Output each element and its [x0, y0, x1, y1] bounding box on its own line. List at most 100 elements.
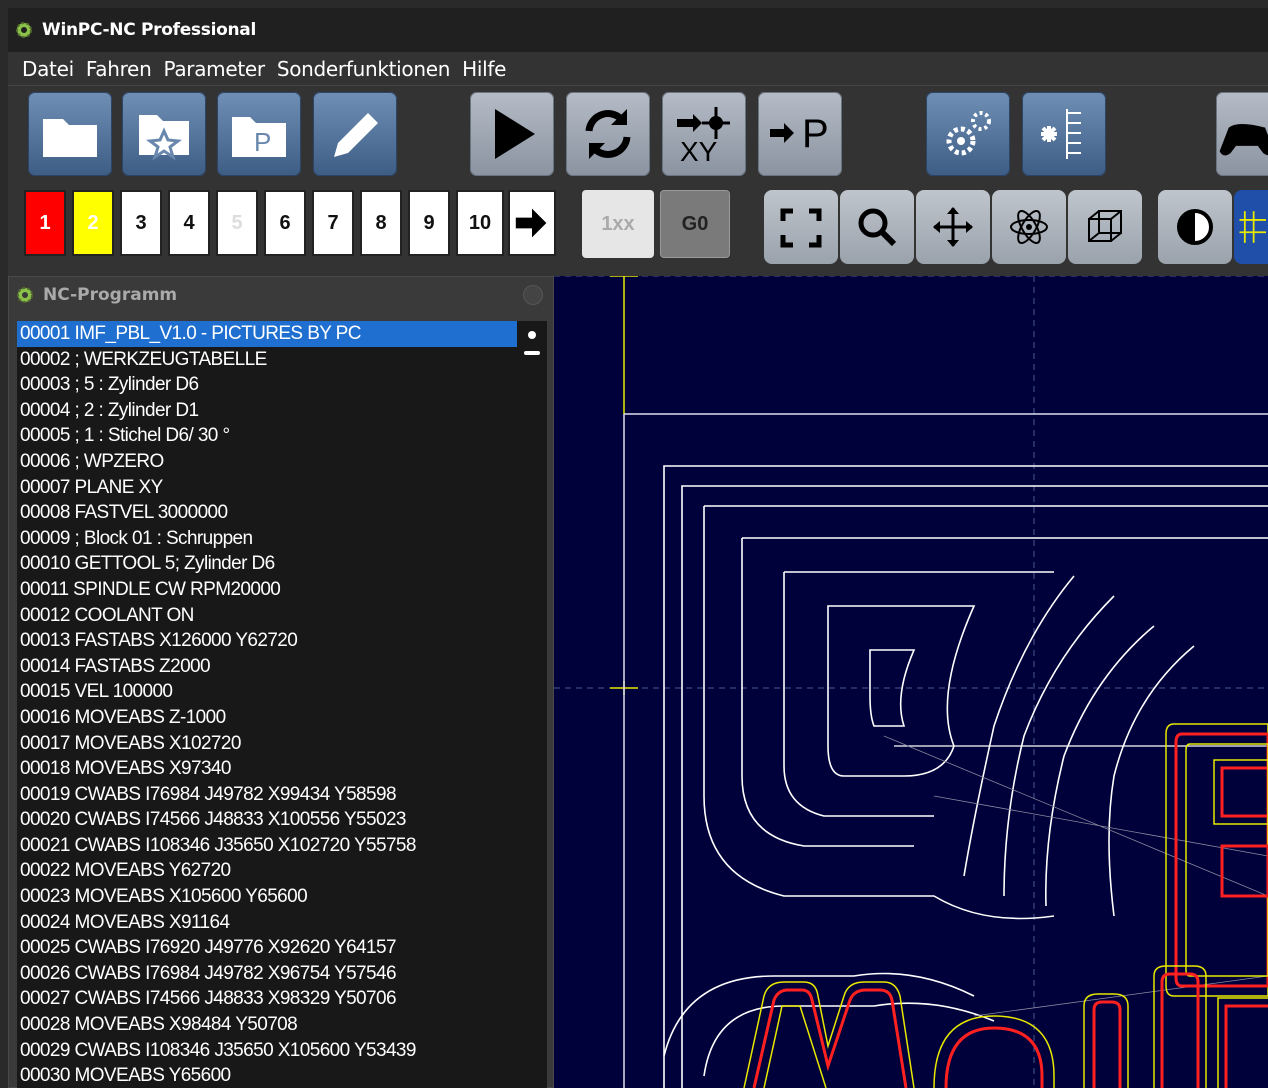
speed-1xx-button[interactable]: 1xx: [582, 190, 654, 258]
tool-6-button[interactable]: 6: [264, 190, 306, 256]
atom-icon: [1010, 210, 1048, 244]
open-file-button[interactable]: [28, 92, 112, 176]
nc-line[interactable]: 00009 ; Block 01 : Schruppen: [17, 526, 547, 552]
menu-datei[interactable]: Datei: [22, 57, 74, 81]
panel-title: NC-Programm: [43, 285, 178, 305]
nc-line[interactable]: 00001 IMF_PBL_V1.0 - PICTURES BY PC: [17, 321, 517, 347]
menu-hilfe[interactable]: Hilfe: [462, 57, 506, 81]
move-parking-button[interactable]: P: [758, 92, 842, 176]
nc-line[interactable]: 00026 CWABS I76984 J49782 X96754 Y57546: [17, 961, 547, 987]
nc-line[interactable]: 00010 GETTOOL 5; Zylinder D6: [17, 551, 547, 577]
edit-button[interactable]: [313, 92, 397, 176]
nc-line[interactable]: 00028 MOVEABS X98484 Y50708: [17, 1012, 547, 1038]
tool-9-button[interactable]: 9: [408, 190, 450, 256]
folder-p-icon: P: [232, 117, 286, 157]
menu-sonderfunktionen[interactable]: Sonderfunktionen: [277, 57, 451, 81]
app-window: WinPC-NC Professional Datei Fahren Param…: [8, 8, 1268, 1088]
nc-line[interactable]: 00022 MOVEABS Y62720: [17, 858, 547, 884]
contrast-button[interactable]: [1158, 190, 1232, 264]
grid-icon: [1239, 211, 1266, 243]
nc-line[interactable]: 00021 CWABS I108346 J35650 X102720 Y5575…: [17, 833, 547, 859]
gamepad-icon: [1219, 124, 1268, 156]
tool-4-button[interactable]: 4: [168, 190, 210, 256]
nc-line[interactable]: 00015 VEL 100000: [17, 679, 547, 705]
grid-button[interactable]: [1234, 190, 1268, 264]
nc-line[interactable]: 00013 FASTABS X126000 Y62720: [17, 628, 547, 654]
gear-logo-icon: [17, 287, 33, 303]
nc-line[interactable]: 00023 MOVEABS X105600 Y65600: [17, 884, 547, 910]
nc-line[interactable]: 00014 FASTABS Z2000: [17, 654, 547, 680]
parking-label: P: [802, 112, 829, 156]
gear-logo-icon: [16, 22, 32, 38]
nc-line[interactable]: 00012 COOLANT ON: [17, 603, 547, 629]
graphics-view[interactable]: [554, 276, 1268, 1088]
zoom-button[interactable]: [840, 190, 914, 264]
tool-3-button[interactable]: 3: [120, 190, 162, 256]
menu-parameter[interactable]: Parameter: [163, 57, 265, 81]
g0-button[interactable]: G0: [660, 190, 730, 258]
arrow-right-icon: [515, 208, 547, 238]
nc-line[interactable]: 00005 ; 1 : Stichel D6/ 30 °: [17, 423, 547, 449]
favorites-button[interactable]: [122, 92, 206, 176]
nc-line[interactable]: 00025 CWABS I76920 J49776 X92620 Y64157: [17, 935, 547, 961]
gamepad-button[interactable]: [1216, 92, 1268, 176]
window-title: WinPC-NC Professional: [42, 20, 256, 40]
cube-icon: [1088, 210, 1122, 242]
tool-5-button[interactable]: 5: [216, 190, 258, 256]
play-icon: [495, 109, 535, 159]
pan-button[interactable]: [916, 190, 990, 264]
move-arrows-icon: [933, 207, 973, 247]
nc-program-list[interactable]: 00001 IMF_PBL_V1.0 - PICTURES BY PC 00002…: [17, 321, 547, 1088]
nc-line[interactable]: 00019 CWABS I76984 J49782 X99434 Y58598: [17, 782, 547, 808]
svg-text:P: P: [254, 127, 271, 157]
xy-label: XY: [680, 136, 718, 167]
nc-line[interactable]: 00017 MOVEABS X102720: [17, 731, 547, 757]
program-folder-button[interactable]: P: [217, 92, 301, 176]
repeat-button[interactable]: [566, 92, 650, 176]
nc-line[interactable]: 00018 MOVEABS X97340: [17, 756, 547, 782]
cube-view-button[interactable]: [1068, 190, 1142, 264]
next-tools-button[interactable]: [508, 190, 556, 256]
secondary-toolbar: 1 2 3 4 5 6 7 8 9 10 1xx G0: [8, 182, 1268, 276]
scroll-indicator-icon[interactable]: [523, 327, 541, 367]
3d-view-button[interactable]: [992, 190, 1066, 264]
fullscreen-button[interactable]: [764, 190, 838, 264]
tool-1-button[interactable]: 1: [24, 190, 66, 256]
nc-line[interactable]: 00029 CWABS I108346 J35650 X105600 Y5343…: [17, 1038, 547, 1064]
nc-line[interactable]: 00003 ; 5 : Zylinder D6: [17, 372, 547, 398]
nc-line[interactable]: 00004 ; 2 : Zylinder D1: [17, 398, 547, 424]
toolpath-drawing: [554, 276, 1268, 1088]
menu-bar: Datei Fahren Parameter Sonderfunktionen …: [8, 52, 1268, 86]
nc-line[interactable]: 00027 CWABS I74566 J48833 X98329 Y50706: [17, 986, 547, 1012]
nc-line[interactable]: 00007 PLANE XY: [17, 475, 547, 501]
magnifier-icon: [858, 208, 897, 247]
nc-line[interactable]: 00030 MOVEABS Y65600: [17, 1063, 547, 1088]
tool-8-button[interactable]: 8: [360, 190, 402, 256]
folder-icon: [43, 119, 97, 157]
tool-10-button[interactable]: 10: [456, 190, 504, 256]
nc-line[interactable]: 00002 ; WERKZEUGTABELLE: [17, 347, 547, 373]
main-toolbar: P XY P: [8, 86, 1268, 182]
menu-fahren[interactable]: Fahren: [86, 57, 152, 81]
title-bar: WinPC-NC Professional: [8, 8, 1268, 52]
refresh-icon: [585, 109, 631, 159]
gears-icon: [946, 111, 991, 156]
nc-line[interactable]: 00008 FASTVEL 3000000: [17, 500, 547, 526]
nc-line[interactable]: 00016 MOVEABS Z-1000: [17, 705, 547, 731]
nc-line[interactable]: 00020 CWABS I74566 J48833 X100556 Y55023: [17, 807, 547, 833]
move-xy-button[interactable]: XY: [662, 92, 746, 176]
tool-7-button[interactable]: 7: [312, 190, 354, 256]
tool-2-button[interactable]: 2: [72, 190, 114, 256]
folder-star-icon: [139, 115, 189, 161]
panel-close-button[interactable]: [523, 285, 543, 305]
tool-table-icon: [1041, 109, 1081, 159]
start-button[interactable]: [470, 92, 554, 176]
panel-header: NC-Programm: [9, 277, 553, 313]
nc-line[interactable]: 00006 ; WPZERO: [17, 449, 547, 475]
fullscreen-icon: [780, 208, 822, 248]
tool-table-button[interactable]: [1022, 92, 1106, 176]
settings-button[interactable]: [926, 92, 1010, 176]
contrast-icon: [1177, 209, 1213, 245]
nc-line[interactable]: 00024 MOVEABS X91164: [17, 910, 547, 936]
nc-line[interactable]: 00011 SPINDLE CW RPM20000: [17, 577, 547, 603]
